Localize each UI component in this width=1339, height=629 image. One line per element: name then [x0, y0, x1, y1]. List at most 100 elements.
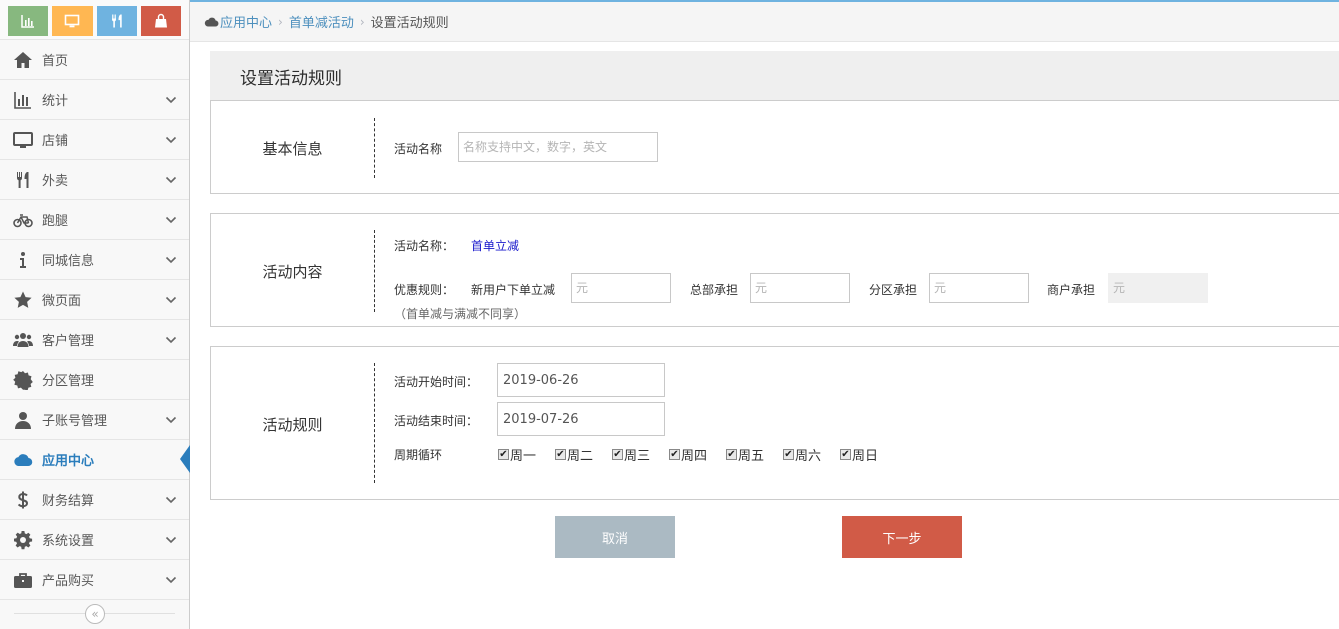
chevron-down-icon — [165, 296, 177, 304]
shortcut-fork-knife-button[interactable] — [96, 6, 137, 36]
weekday-checkbox[interactable]: ✔ 周四 — [669, 445, 707, 464]
breadcrumb-parent-link[interactable]: 首单减活动 — [289, 12, 354, 31]
shortcut-bar-chart-button[interactable] — [8, 6, 49, 36]
bar-chart-icon — [21, 15, 35, 28]
sidebar-item-fork-knife[interactable]: 外卖 — [0, 160, 189, 200]
checkbox-check-icon: ✔ — [840, 448, 851, 460]
new-user-discount-input[interactable] — [571, 273, 671, 303]
gear-badge-icon — [11, 370, 35, 390]
briefcase-icon — [11, 570, 35, 590]
weekday-checkbox[interactable]: ✔ 周一 — [498, 445, 536, 464]
main-content: 应用中心 › 首单减活动 › 设置活动规则 设置活动规则 基本信息 活动名称 活… — [190, 0, 1339, 629]
sidebar-item-gear-badge[interactable]: 分区管理 — [0, 360, 189, 400]
sidebar-item-dollar[interactable]: 财务结算 — [0, 480, 189, 520]
weekday-label: 周二 — [567, 449, 594, 464]
monitor-icon — [65, 14, 80, 28]
activity-rules-section: 活动规则 活动开始时间： 活动结束时间： 周期循环 ✔周一✔周二✔周三✔周四✔周… — [210, 346, 1339, 500]
weekday-label: 周三 — [624, 449, 651, 464]
activity-name-label: 活动名称 — [394, 142, 443, 156]
chevron-down-icon — [165, 416, 177, 424]
cog-icon — [11, 530, 35, 550]
next-step-button[interactable]: 下一步 — [842, 516, 962, 558]
chevron-down-icon — [165, 96, 177, 104]
chevron-down-icon — [165, 336, 177, 344]
shortcut-monitor-button[interactable] — [52, 6, 93, 36]
chevron-down-icon — [165, 576, 177, 584]
cloud-icon — [11, 450, 35, 470]
cloud-icon — [204, 17, 219, 27]
activity-name-input[interactable] — [458, 132, 658, 162]
merchant-share-label: 商户承担 — [1047, 283, 1096, 297]
hq-share-label: 总部承担 — [690, 283, 739, 297]
chevron-down-icon — [165, 176, 177, 184]
sidebar-item-label: 财务结算 — [42, 494, 95, 509]
section-title: 活动内容 — [262, 263, 323, 281]
divider — [374, 118, 375, 178]
start-date-input[interactable] — [497, 363, 665, 397]
sidebar-item-bar-chart[interactable]: 统计 — [0, 80, 189, 120]
home-icon — [11, 50, 35, 70]
sidebar-item-label: 首页 — [42, 54, 69, 69]
sidebar-collapse-area: « — [0, 600, 189, 628]
weekday-checkbox[interactable]: ✔ 周五 — [726, 445, 764, 464]
weekday-label: 周一 — [510, 449, 537, 464]
checkbox-check-icon: ✔ — [669, 448, 680, 460]
sidebar-item-monitor[interactable]: 店铺 — [0, 120, 189, 160]
activity-name-value: 首单立减 — [471, 239, 520, 253]
new-user-discount-label: 新用户下单立减 — [471, 283, 556, 297]
star-icon — [11, 290, 35, 310]
weekday-checkbox[interactable]: ✔ 周三 — [612, 445, 650, 464]
weekday-checkbox[interactable]: ✔ 周日 — [840, 445, 878, 464]
weekday-label: 周五 — [738, 449, 765, 464]
merchant-share-input — [1108, 273, 1208, 303]
sidebar-item-label: 应用中心 — [42, 454, 95, 469]
section-title: 基本信息 — [262, 140, 323, 158]
cancel-button[interactable]: 取消 — [555, 516, 675, 558]
checkbox-check-icon: ✔ — [783, 448, 794, 460]
weekday-checkbox[interactable]: ✔ 周二 — [555, 445, 593, 464]
chevron-down-icon — [165, 536, 177, 544]
sidebar-item-home[interactable]: 首页 — [0, 40, 189, 80]
end-time-label: 活动结束时间： — [394, 414, 479, 428]
sidebar-item-label: 子账号管理 — [42, 414, 108, 429]
discount-note: （首单减与满减不同享） — [394, 307, 527, 321]
sidebar-item-cloud[interactable]: 应用中心 — [0, 440, 190, 480]
sidebar-item-label: 跑腿 — [42, 214, 69, 229]
activity-content-section: 活动内容 活动名称： 首单立减 优惠规则： 新用户下单立减 总部承担 分区承担 … — [210, 213, 1339, 327]
sidebar-nav: 首页统计店铺外卖跑腿同城信息微页面客户管理 分区管理子账号管理应用中心财务结算系统… — [0, 40, 190, 600]
sidebar-item-briefcase[interactable]: 产品购买 — [0, 560, 189, 600]
sidebar-item-user[interactable]: 子账号管理 — [0, 400, 189, 440]
sidebar-item-label: 微页面 — [42, 294, 82, 309]
sidebar-item-users[interactable]: 客户管理 — [0, 320, 189, 360]
sidebar-item-label: 店铺 — [42, 134, 69, 149]
breadcrumb: 应用中心 › 首单减活动 › 设置活动规则 — [190, 0, 1339, 42]
sidebar-item-star[interactable]: 微页面 — [0, 280, 189, 320]
dollar-icon — [11, 490, 35, 510]
hq-share-input[interactable] — [750, 273, 850, 303]
zone-share-input[interactable] — [929, 273, 1029, 303]
checkbox-check-icon: ✔ — [726, 448, 737, 460]
users-icon — [11, 330, 35, 350]
chevron-right-icon: › — [278, 14, 283, 29]
discount-rule-label: 优惠规则： — [394, 283, 455, 297]
sidebar-item-info[interactable]: 同城信息 — [0, 240, 189, 280]
shortcut-bar — [0, 0, 189, 40]
weekday-checkbox[interactable]: ✔ 周六 — [783, 445, 821, 464]
sidebar-item-label: 统计 — [42, 94, 69, 109]
fork-knife-icon — [11, 170, 35, 190]
collapse-sidebar-button[interactable]: « — [85, 604, 105, 624]
sidebar-item-cog[interactable]: 系统设置 — [0, 520, 189, 560]
divider — [374, 363, 375, 483]
breadcrumb-home-link[interactable]: 应用中心 — [220, 12, 272, 31]
end-date-input[interactable] — [497, 402, 665, 436]
shopping-bag-icon — [154, 13, 167, 28]
shortcut-shopping-bag-button[interactable] — [140, 6, 181, 36]
weekday-label: 周六 — [795, 449, 822, 464]
checkbox-check-icon: ✔ — [612, 448, 623, 460]
sidebar-item-label: 外卖 — [42, 174, 69, 189]
fork-knife-icon — [111, 14, 122, 28]
bar-chart-icon — [11, 90, 35, 110]
start-time-label: 活动开始时间： — [394, 375, 479, 389]
sidebar-item-bicycle[interactable]: 跑腿 — [0, 200, 189, 240]
sidebar-item-label: 系统设置 — [42, 534, 95, 549]
